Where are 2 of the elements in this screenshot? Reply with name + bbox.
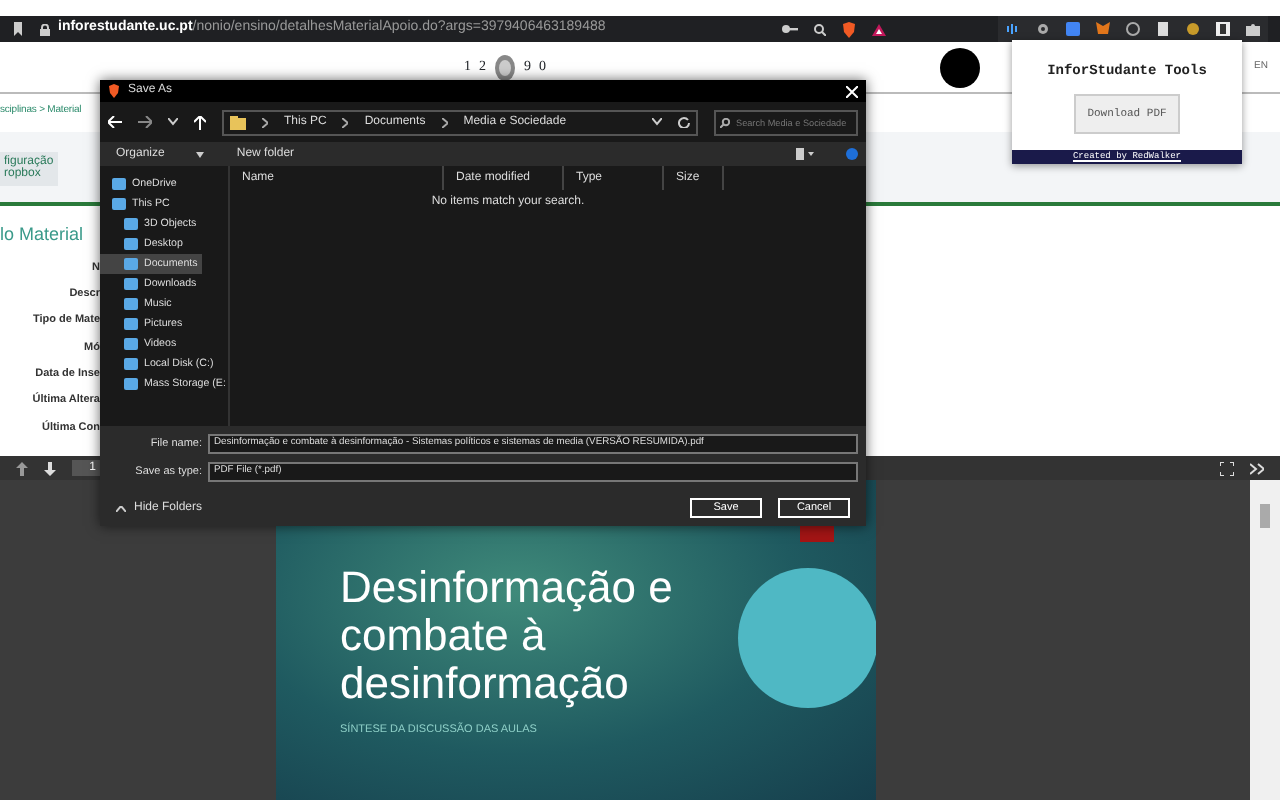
slide-title: Desinformação e combate à desinformação: [340, 564, 675, 710]
section-heading: lo Material: [0, 221, 86, 247]
